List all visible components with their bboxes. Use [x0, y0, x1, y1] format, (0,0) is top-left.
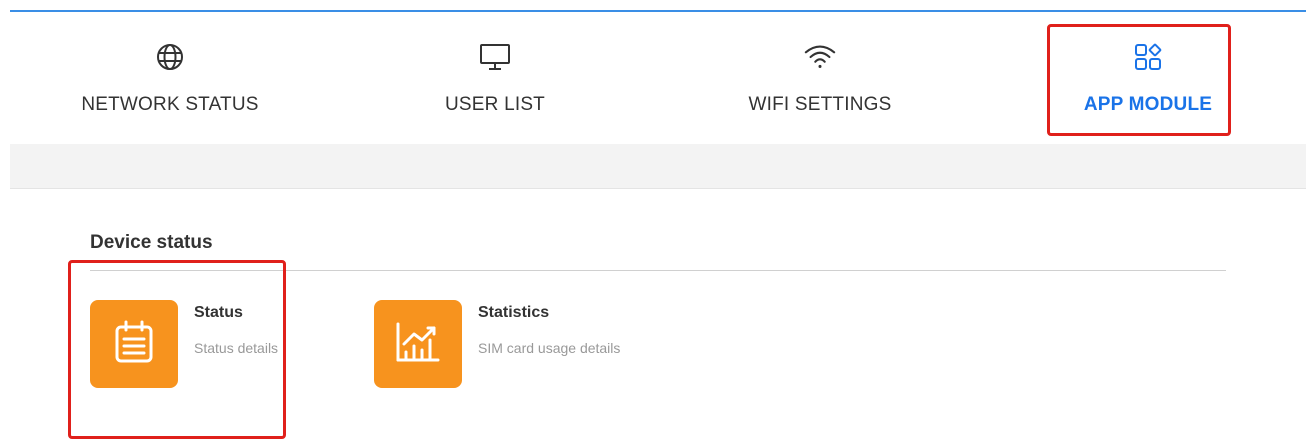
wifi-icon — [803, 40, 837, 74]
nav-item-network-status[interactable]: NETWORK STATUS — [70, 12, 270, 144]
statistics-card[interactable]: Statistics SIM card usage details — [374, 300, 620, 388]
section-title: Device status — [90, 232, 213, 253]
nav-label: WIFI SETTINGS — [748, 94, 892, 115]
nav-item-user-list[interactable]: USER LIST — [395, 12, 595, 144]
card-description: Status details — [194, 340, 279, 356]
top-navigation: NETWORK STATUS USER LIST WIFI SETTINGS A… — [10, 12, 1306, 144]
nav-item-app-module[interactable]: APP MODULE — [1048, 12, 1248, 144]
card-title: Status — [194, 304, 243, 321]
statistics-tile — [374, 300, 462, 388]
globe-icon — [153, 40, 187, 74]
chart-icon — [392, 318, 444, 371]
card-text: Statistics SIM card usage details — [478, 300, 620, 388]
status-tile — [90, 300, 178, 388]
card-title: Statistics — [478, 304, 550, 321]
nav-label: NETWORK STATUS — [81, 94, 259, 115]
separator-bar — [10, 144, 1306, 189]
apps-grid-icon — [1131, 40, 1165, 74]
clipboard-list-icon — [109, 317, 159, 372]
nav-label: USER LIST — [445, 94, 545, 115]
section-divider — [90, 270, 1226, 271]
card-text: Status Status details — [194, 300, 278, 388]
nav-label: APP MODULE — [1083, 94, 1213, 115]
app-module-page: NETWORK STATUS USER LIST WIFI SETTINGS A… — [0, 0, 1308, 439]
card-description: SIM card usage details — [478, 340, 621, 356]
nav-item-wifi-settings[interactable]: WIFI SETTINGS — [720, 12, 920, 144]
monitor-icon — [478, 40, 512, 74]
status-card[interactable]: Status Status details — [90, 300, 278, 388]
